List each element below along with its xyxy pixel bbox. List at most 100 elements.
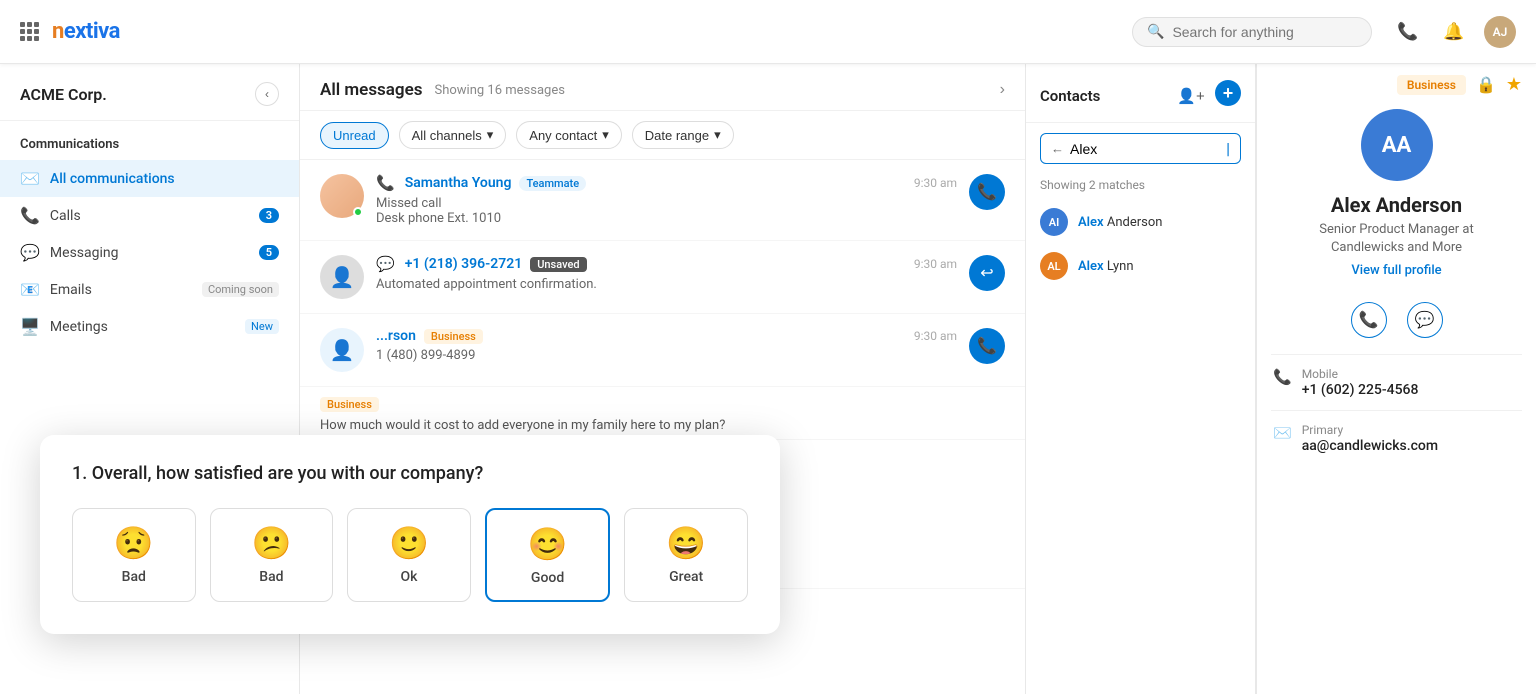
profile-email-content: Primary aa@candlewicks.com [1302, 423, 1438, 454]
call-action-btn-3[interactable]: 📞 [969, 328, 1005, 364]
topnav: nextiva 🔍 📞 🔔 AJ [0, 0, 1536, 64]
survey-overlay: 1. Overall, how satisfied are you with o… [40, 435, 780, 634]
msg-sender-name: ...rson [376, 328, 416, 344]
message-item[interactable]: 👤 ...rson Business 9:30 am 1 (480) 899-4… [300, 314, 1025, 387]
profile-mobile-row: 📞 Mobile +1 (602) 225-4568 [1257, 355, 1536, 410]
contacts-matches-label: Showing 2 matches [1026, 174, 1255, 200]
survey-option-3[interactable]: 🙂 Ok [347, 508, 471, 602]
msg-top: ...rson Business 9:30 am [376, 328, 957, 344]
bell-icon-btn[interactable]: 🔔 [1438, 16, 1470, 48]
msg-time: 9:30 am [914, 176, 957, 190]
msg-avatar [320, 174, 364, 218]
survey-label-5: Great [669, 569, 703, 585]
messages-filters: Unread All channels ▾ Any contact ▾ Date… [300, 111, 1025, 160]
topnav-icons: 📞 🔔 AJ [1392, 16, 1516, 48]
filter-channels-btn[interactable]: All channels ▾ [399, 121, 507, 149]
contacts-search-input[interactable] [1070, 141, 1220, 157]
msg-sender-name: +1 (218) 396-2721 [405, 256, 523, 272]
filter-unread-btn[interactable]: Unread [320, 122, 389, 149]
call-action-btn[interactable]: 📞 [969, 174, 1005, 210]
survey-emoji-5: 😄 [666, 527, 706, 559]
all-comm-icon: ✉️ [20, 169, 40, 188]
lock-icon: 🔒 [1476, 75, 1496, 94]
survey-question: 1. Overall, how satisfied are you with o… [72, 463, 748, 484]
sidebar-item-messaging[interactable]: 💬 Messaging 5 [0, 234, 299, 271]
survey-option-4[interactable]: 😊 Good [485, 508, 611, 602]
messaging-icon: 💬 [20, 243, 40, 262]
email-icon: ✉️ [1273, 424, 1292, 442]
survey-label-2: Bad [259, 569, 283, 585]
sidebar-item-all-communications[interactable]: ✉️ All communications [0, 160, 299, 197]
sidebar-item-meetings[interactable]: 🖥️ Meetings New [0, 308, 299, 345]
add-contact-btn[interactable]: 👤+ [1175, 80, 1207, 112]
filter-contact-btn[interactable]: Any contact ▾ [516, 121, 621, 149]
business-label: Business [320, 397, 379, 412]
call-type-icon: 📞 [376, 174, 395, 192]
survey-option-5[interactable]: 😄 Great [624, 508, 748, 602]
survey-option-1[interactable]: 😟 Bad [72, 508, 196, 602]
msg-sub-text: How much would it cost to add everyone i… [320, 418, 1005, 433]
calls-badge: 3 [259, 208, 279, 223]
search-input[interactable] [1172, 24, 1357, 40]
messaging-badge: 5 [259, 245, 279, 260]
profile-top-actions: Business 🔒 ★ [1257, 64, 1536, 99]
sidebar-item-calls[interactable]: 📞 Calls 3 [0, 197, 299, 234]
mobile-value: +1 (602) 225-4568 [1302, 382, 1419, 398]
cursor-indicator: | [1226, 139, 1230, 158]
sidebar-item-emails[interactable]: 📧 Emails Coming soon [0, 271, 299, 308]
profile-avatar-area: AA Alex Anderson Senior Product Manager … [1257, 99, 1536, 292]
message-item[interactable]: 👤 💬 +1 (218) 396-2721 Unsaved 9:30 am Au… [300, 241, 1025, 314]
add-new-btn[interactable]: + [1215, 80, 1241, 106]
profile-mobile-content: Mobile +1 (602) 225-4568 [1302, 367, 1419, 398]
emails-icon: 📧 [20, 280, 40, 299]
star-icon[interactable]: ★ [1506, 74, 1522, 95]
contact-item[interactable]: AL Alex Lynn [1026, 244, 1255, 288]
expand-messages-btn[interactable]: › [1000, 81, 1005, 99]
contact-item[interactable]: AI Alex Anderson [1026, 200, 1255, 244]
email-value: aa@candlewicks.com [1302, 438, 1438, 454]
msg-preview-1: Missed call [376, 196, 957, 211]
grid-icon[interactable] [20, 22, 40, 42]
filter-date-btn[interactable]: Date range ▾ [632, 121, 734, 149]
sidebar-header: ACME Corp. ‹ [0, 64, 299, 121]
msg-tag: Unsaved [530, 257, 586, 272]
sidebar-section-communications: Communications [0, 121, 299, 160]
user-avatar[interactable]: AJ [1484, 16, 1516, 48]
contacts-header: Contacts 👤+ + [1026, 64, 1255, 123]
mobile-label: Mobile [1302, 367, 1419, 381]
msg-type-icon: 💬 [376, 255, 395, 273]
contacts-search-box: ← | [1040, 133, 1241, 164]
contact-name-al: Alex Lynn [1078, 259, 1134, 274]
msg-body: 💬 +1 (218) 396-2721 Unsaved 9:30 am Auto… [376, 255, 957, 292]
messages-count: Showing 16 messages [435, 83, 565, 98]
profile-title: Senior Product Manager at Candlewicks an… [1319, 221, 1474, 257]
profile-panel: Business 🔒 ★ AA Alex Anderson Senior Pro… [1256, 64, 1536, 694]
logo-area: nextiva [20, 19, 120, 44]
search-back-btn[interactable]: ← [1051, 141, 1064, 156]
profile-call-btn[interactable]: 📞 [1351, 302, 1387, 338]
online-indicator [353, 207, 363, 217]
survey-emoji-4: 😊 [528, 528, 568, 560]
email-label: Primary [1302, 423, 1438, 437]
unknown-avatar: 👤 [320, 255, 364, 299]
phone-icon-btn[interactable]: 📞 [1392, 16, 1424, 48]
msg-body: ...rson Business 9:30 am 1 (480) 899-489… [376, 328, 957, 363]
message-item[interactable]: 📞 Samantha Young Teammate 9:30 am Missed… [300, 160, 1025, 241]
survey-emoji-3: 🙂 [389, 527, 429, 559]
profile-message-btn[interactable]: 💬 [1407, 302, 1443, 338]
profile-avatar: AA [1361, 109, 1433, 181]
view-full-profile-link[interactable]: View full profile [1351, 263, 1441, 278]
calls-icon: 📞 [20, 206, 40, 225]
sidebar-item-label: Meetings [50, 319, 108, 335]
meetings-icon: 🖥️ [20, 317, 40, 336]
msg-time: 9:30 am [914, 257, 957, 271]
collapse-sidebar-btn[interactable]: ‹ [255, 82, 279, 106]
survey-option-2[interactable]: 😕 Bad [210, 508, 334, 602]
profile-contact-icons: 📞 💬 [1257, 302, 1536, 338]
messages-title: All messages [320, 80, 423, 100]
search-box: 🔍 [1132, 17, 1372, 47]
profile-name: Alex Anderson [1331, 193, 1462, 217]
contact-avatar-al: AL [1040, 252, 1068, 280]
contacts-title: Contacts [1040, 87, 1100, 105]
reply-action-btn[interactable]: ↩ [969, 255, 1005, 291]
